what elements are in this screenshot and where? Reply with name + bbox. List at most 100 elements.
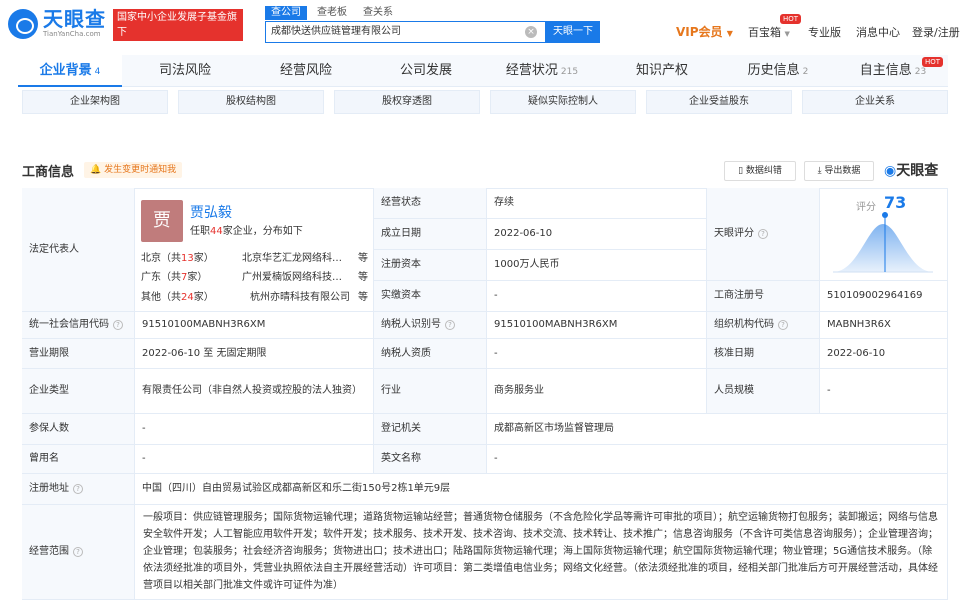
count-post: 家） [193, 253, 214, 264]
company-link[interactable]: 杭州亦晴科技有限公司 [250, 288, 350, 303]
search-input[interactable]: 成都快送供应链管理有限公司 × [265, 21, 546, 43]
tab-label: 司法风险 [158, 63, 211, 78]
authority-value: 成都高新区市场监督管理局 [487, 414, 948, 445]
bell-icon: 🔔 [90, 165, 102, 175]
equity-penetration-button[interactable]: 股权穿透图 [334, 90, 480, 114]
sub-pre: 任职 [190, 226, 210, 237]
paidcap-value: - [487, 281, 707, 312]
regcap-value: 1000万人民币 [487, 250, 707, 281]
chevron-down-icon: ▼ [784, 30, 790, 38]
export-label: 导出数据 [824, 166, 861, 176]
pro-link[interactable]: 专业版 [808, 24, 841, 40]
equity-structure-button[interactable]: 股权结构图 [178, 90, 324, 114]
logo-cn: 天眼查 [43, 7, 106, 31]
label-text: 注册地址 [29, 483, 69, 494]
legal-rep-name[interactable]: 贾弘毅 [190, 202, 232, 222]
oldname-value: - [135, 445, 374, 474]
more-link[interactable]: 等 [358, 288, 368, 303]
orgcode-value: MABNH3R6X [820, 312, 948, 339]
search-tab-company[interactable]: 查公司 [265, 6, 307, 20]
score-chart[interactable]: 评分 73 [820, 190, 947, 285]
site-logo[interactable]: 天眼查 TianYanCha.com [8, 8, 106, 39]
notify-button[interactable]: 🔔 发生变更时通知我 [84, 162, 183, 178]
chevron-down-icon: ▼ [726, 29, 733, 38]
search-tabs: 查公司 查老板 查关系 [265, 6, 403, 20]
tab-label: 知识产权 [635, 63, 688, 78]
label-text: 统一社会信用代码 [29, 319, 109, 330]
tab-history[interactable]: 历史信息 2 [722, 55, 834, 87]
staff-value: - [820, 369, 948, 414]
more-link[interactable]: 等 [358, 249, 368, 264]
tab-label: 自主信息 [859, 63, 912, 78]
help-icon[interactable]: ? [778, 320, 788, 330]
type-label: 企业类型 [22, 369, 135, 414]
enname-label: 英文名称 [374, 445, 487, 474]
region-count: 24 [181, 292, 194, 303]
search-tab-boss[interactable]: 查老板 [311, 6, 353, 20]
oldname-label: 曾用名 [22, 445, 135, 474]
avatar[interactable]: 贾 [141, 200, 183, 242]
tab-risk[interactable]: 经营风险 [248, 55, 364, 87]
tab-count: 4 [94, 67, 101, 77]
tab-operation[interactable]: 经营状况 215 [482, 55, 602, 87]
export-data-button[interactable]: ⤓ 导出数据 [804, 161, 874, 181]
address-value: 中国（四川）自由贸易试验区成都高新区和乐二街150号2栋1单元9层 [135, 474, 948, 505]
enname-value: - [487, 445, 948, 474]
correct-data-button[interactable]: ▯ 数据纠错 [724, 161, 796, 181]
region: 其他 [141, 292, 161, 303]
org-chart-button[interactable]: 企业架构图 [22, 90, 168, 114]
tab-background[interactable]: 企业背景 4 [18, 55, 122, 87]
staff-label: 人员规模 [707, 369, 820, 414]
tab-ip[interactable]: 知识产权 [604, 55, 720, 87]
vip-link[interactable]: VIP会员 ▼ [676, 23, 733, 40]
relation-button[interactable]: 企业关系 [802, 90, 948, 114]
tab-judicial[interactable]: 司法风险 [132, 55, 238, 87]
region-beijing: 北京（共13家） [141, 249, 214, 264]
uscc-label: 统一社会信用代码? [22, 312, 135, 339]
correct-label: 数据纠错 [745, 166, 782, 176]
tab-label: 企业背景 [39, 63, 92, 78]
industry-label: 行业 [374, 369, 487, 414]
help-icon[interactable]: ? [73, 484, 83, 494]
clear-icon[interactable]: × [525, 26, 537, 38]
insured-label: 参保人数 [22, 414, 135, 445]
term-value: 2022-06-10 至 无固定期限 [135, 339, 374, 369]
tab-count: 215 [560, 67, 579, 77]
help-icon[interactable]: ? [445, 320, 455, 330]
controller-button[interactable]: 疑似实际控制人 [490, 90, 636, 114]
help-icon[interactable]: ? [113, 320, 123, 330]
toolbox-link[interactable]: 百宝箱 ▼ [748, 24, 790, 40]
region: 广东 [141, 272, 161, 283]
tianyan-score-label: 天眼评分? [707, 188, 820, 281]
address-label: 注册地址? [22, 474, 135, 505]
tab-count: 23 [914, 67, 927, 77]
label-text: 组织机构代码 [714, 319, 774, 330]
download-icon: ⤓ [817, 166, 822, 176]
company-link[interactable]: 广州爱楠饭网络科技… [242, 268, 342, 283]
eye-logo-icon: ◉ [884, 163, 897, 179]
search-button[interactable]: 天眼一下 [546, 21, 600, 43]
messages-link[interactable]: 消息中心 [856, 24, 900, 40]
region-other: 其他（共24家） [141, 288, 214, 303]
search-tab-relation[interactable]: 查关系 [357, 6, 399, 20]
beneficiary-button[interactable]: 企业受益股东 [646, 90, 792, 114]
count-pre: （共 [161, 253, 181, 264]
hot-badge-self: HOT [922, 57, 944, 67]
status-value: 存续 [487, 188, 707, 219]
help-icon[interactable]: ? [73, 547, 83, 557]
region-guangdong: 广东（共7家） [141, 268, 207, 283]
taxq-value: - [487, 339, 707, 369]
main-nav: 企业背景 4 司法风险 经营风险 公司发展 经营状况 215 知识产权 历史信息 2 … [18, 55, 948, 87]
login-link[interactable]: 登录/注册 [912, 24, 960, 40]
found-value: 2022-06-10 [487, 219, 707, 250]
regno-label: 工商注册号 [707, 281, 820, 312]
logo-text: 天眼查 TianYanCha.com [43, 8, 106, 39]
count-pre: （共 [161, 292, 181, 303]
label-text: 经营范围 [29, 546, 69, 557]
company-link[interactable]: 北京华艺汇龙网络科… [242, 249, 342, 264]
tab-development[interactable]: 公司发展 [368, 55, 484, 87]
help-icon[interactable]: ? [758, 229, 768, 239]
label-text: 纳税人识别号 [381, 319, 441, 330]
more-link[interactable]: 等 [358, 268, 368, 283]
hot-badge: HOT [780, 14, 802, 24]
